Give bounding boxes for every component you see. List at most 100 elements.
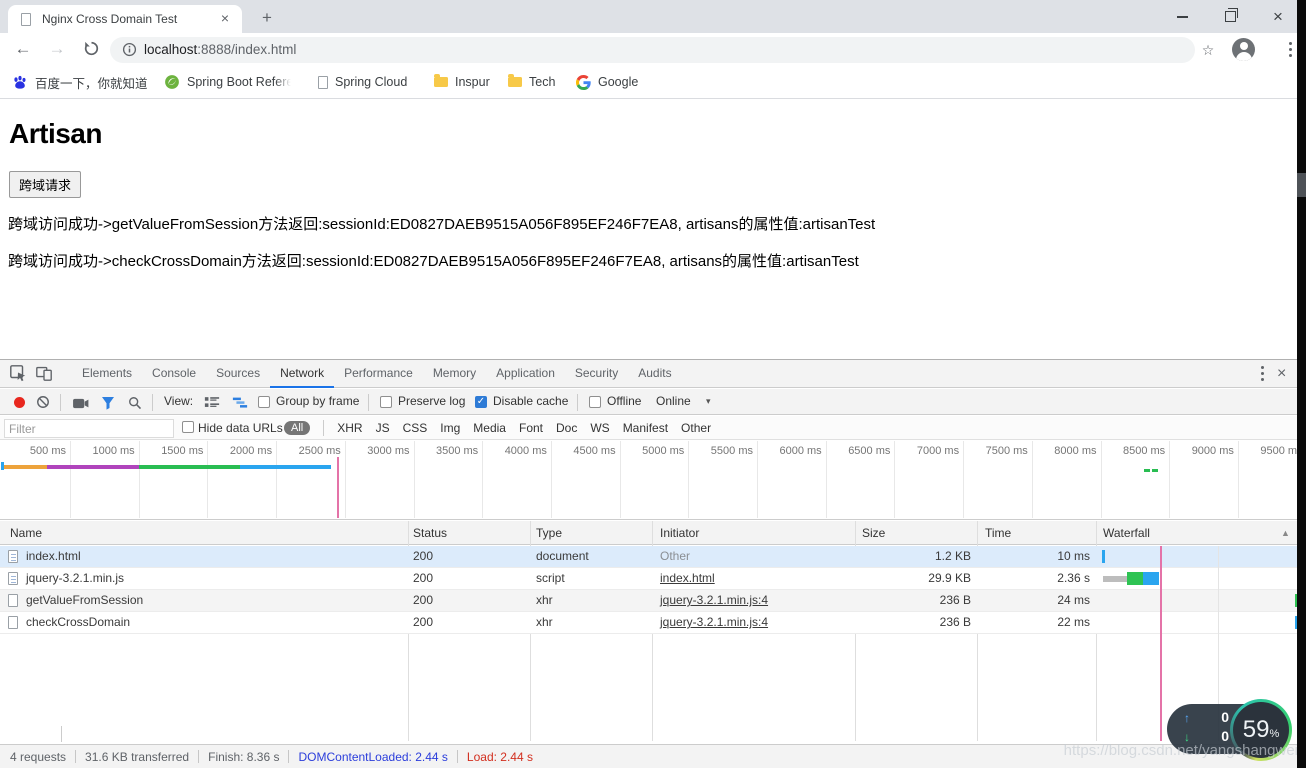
result-line: 跨域访问成功->getValueFromSession方法返回:sessionI…	[8, 216, 876, 233]
back-icon[interactable]: ←	[10, 36, 36, 62]
upload-arrow-icon: ↑	[1184, 711, 1190, 725]
filter-type-ws[interactable]: WS	[590, 421, 609, 435]
bookmark-spring-cloud[interactable]: Spring Cloud	[318, 66, 407, 98]
filter-type-doc[interactable]: Doc	[556, 421, 577, 435]
offline-checkbox[interactable]	[589, 396, 601, 408]
table-row[interactable]: index.html 200 document Other 1.2 KB 10 …	[0, 546, 1306, 568]
column-size[interactable]: Size	[862, 521, 885, 545]
large-rows-icon[interactable]	[204, 396, 220, 414]
table-row[interactable]: checkCrossDomain 200 xhr jquery-3.2.1.mi…	[0, 612, 1306, 634]
tab-security[interactable]: Security	[565, 360, 628, 388]
request-initiator-link[interactable]: jquery-3.2.1.min.js:4	[660, 612, 768, 633]
restore-button[interactable]	[1215, 0, 1245, 33]
request-initiator-link[interactable]: jquery-3.2.1.min.js:4	[660, 590, 768, 611]
column-name[interactable]: Name	[10, 521, 42, 545]
tab-performance[interactable]: Performance	[334, 360, 423, 388]
capture-screenshots-icon[interactable]	[72, 397, 89, 415]
column-waterfall[interactable]: Waterfall	[1103, 521, 1150, 545]
timeline-tick: 5500 ms	[710, 445, 753, 457]
tab-network[interactable]: Network	[270, 360, 335, 388]
upload-speed: 0	[1221, 709, 1229, 725]
column-status[interactable]: Status	[413, 521, 447, 545]
table-row[interactable]: getValueFromSession 200 xhr jquery-3.2.1…	[0, 590, 1306, 612]
request-initiator: Other	[660, 549, 691, 563]
url-text[interactable]: localhost:8888/index.html	[144, 37, 296, 63]
bookmark-spring-boot[interactable]: Spring Boot Referen	[164, 66, 291, 98]
disable-cache-label[interactable]: Disable cache	[493, 389, 568, 414]
devtools-close-icon[interactable]: ×	[1277, 360, 1286, 388]
divider	[288, 750, 290, 763]
browser-menu-icon[interactable]	[1283, 40, 1297, 60]
result-line: 跨域访问成功->checkCrossDomain方法返回:sessionId:E…	[8, 253, 859, 270]
device-toolbar-icon[interactable]	[35, 364, 55, 384]
filter-type-media[interactable]: Media	[473, 421, 506, 435]
hide-data-urls-label[interactable]: Hide data URLs	[198, 416, 283, 440]
bookmark-tech[interactable]: Tech	[508, 66, 555, 98]
filter-type-css[interactable]: CSS	[403, 421, 428, 435]
devtools-menu-icon[interactable]	[1255, 364, 1269, 384]
group-by-frame-label[interactable]: Group by frame	[276, 389, 359, 414]
timeline-gridline	[1031, 441, 1033, 518]
search-icon[interactable]	[128, 396, 142, 415]
disable-cache-checkbox[interactable]: ✓	[475, 396, 487, 408]
request-type: document	[536, 549, 589, 563]
preserve-log-label[interactable]: Preserve log	[398, 389, 465, 414]
tab-audits[interactable]: Audits	[628, 360, 681, 388]
filter-type-manifest[interactable]: Manifest	[623, 421, 668, 435]
refresh-icon[interactable]	[78, 36, 104, 62]
record-button[interactable]	[14, 397, 25, 408]
bookmark-baidu[interactable]: 百度一下，你就知道	[12, 66, 148, 98]
clear-icon[interactable]	[36, 395, 50, 414]
bookmark-inspur[interactable]: Inspur	[434, 66, 490, 98]
tab-strip: Nginx Cross Domain Test × + ×	[0, 0, 1306, 33]
load-event-line	[337, 457, 339, 518]
bookmark-google[interactable]: Google	[576, 66, 638, 98]
google-icon	[576, 74, 591, 90]
group-by-frame-checkbox[interactable]	[258, 396, 270, 408]
column-type[interactable]: Type	[536, 521, 562, 545]
column-time[interactable]: Time	[985, 521, 1011, 545]
scrollbar-thumb[interactable]	[1297, 173, 1306, 197]
tab-sources[interactable]: Sources	[206, 360, 270, 388]
sort-ascending-icon[interactable]: ▲	[1281, 521, 1290, 545]
timeline-tick: 6500 ms	[848, 445, 891, 457]
tab-console[interactable]: Console	[142, 360, 206, 388]
tab-memory[interactable]: Memory	[423, 360, 486, 388]
bookmark-star-icon[interactable]: ☆	[1197, 37, 1219, 63]
avatar[interactable]	[1232, 38, 1255, 61]
cross-domain-request-button[interactable]: 跨域请求	[9, 171, 82, 198]
request-type: xhr	[536, 615, 553, 629]
filter-type-js[interactable]: JS	[376, 421, 390, 435]
filter-input[interactable]	[4, 419, 174, 438]
request-initiator-link[interactable]: index.html	[660, 568, 715, 589]
column-initiator[interactable]: Initiator	[660, 521, 699, 545]
load-time: Load: 2.44 s	[466, 749, 533, 764]
offline-label[interactable]: Offline	[607, 389, 641, 414]
chevron-down-icon[interactable]: ▾	[706, 389, 711, 414]
filter-type-all[interactable]: All	[284, 420, 311, 435]
finish-time: Finish: 8.36 s	[208, 749, 280, 764]
page-scrollbar[interactable]	[1297, 0, 1306, 768]
percent-sign: %	[1269, 728, 1280, 740]
info-icon[interactable]	[122, 42, 137, 62]
timeline-gridline	[276, 441, 278, 518]
tab-elements[interactable]: Elements	[72, 360, 142, 388]
forward-icon[interactable]: →	[44, 36, 70, 62]
tab-application[interactable]: Application	[486, 360, 565, 388]
filter-funnel-icon[interactable]	[101, 396, 115, 415]
new-tab-button[interactable]: +	[254, 5, 280, 31]
filter-type-font[interactable]: Font	[519, 421, 543, 435]
inspect-element-icon[interactable]	[9, 364, 29, 384]
filter-type-xhr[interactable]: XHR	[337, 421, 362, 435]
close-button[interactable]: ×	[1263, 0, 1293, 33]
throttling-select[interactable]: Online	[656, 389, 691, 414]
filter-type-other[interactable]: Other	[681, 421, 711, 435]
minimize-button[interactable]	[1167, 0, 1197, 33]
tab-close-icon[interactable]: ×	[214, 5, 236, 33]
preserve-log-checkbox[interactable]	[380, 396, 392, 408]
browser-tab[interactable]: Nginx Cross Domain Test ×	[8, 5, 242, 33]
filter-type-img[interactable]: Img	[440, 421, 460, 435]
overview-segment	[3, 465, 47, 469]
hide-data-urls-checkbox[interactable]	[182, 421, 194, 433]
show-overview-icon[interactable]	[232, 396, 248, 414]
